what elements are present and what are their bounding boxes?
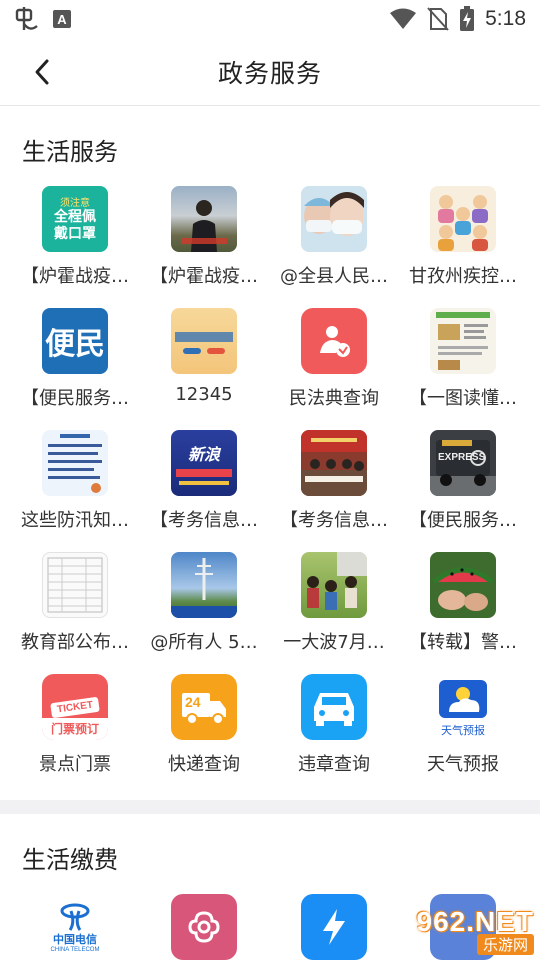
service-item-label: 【转载】警… [409,632,517,653]
medical-staff-photo-thumb [301,186,367,252]
back-button[interactable] [26,56,58,88]
section-divider [0,800,540,814]
electricity-icon [301,894,367,960]
service-item-label: 天气预报 [427,754,499,775]
service-item[interactable]: 【一图读懂… [398,308,528,418]
service-item[interactable]: 教育部公布… [10,552,140,662]
service-item-label: 【炉霍战疫… [21,266,129,287]
service-item[interactable]: 【转载】警… [398,552,528,662]
watermelon-photo-thumb [430,552,496,618]
app-notification-icon [14,6,40,32]
civil-code-icon [301,308,367,374]
service-item[interactable]: 民法典查询 [269,308,399,418]
service-item-label: 景点门票 [39,754,111,775]
chevron-left-icon [35,59,49,85]
service-item-label: 【炉霍战疫… [150,266,258,287]
section-title-life-payments: 生活缴费 [22,846,118,874]
service-item[interactable]: 一大波7月… [269,552,399,662]
cartoon-people-thumb [430,186,496,252]
payment-item[interactable]: 中国电信 CHINA TELECOM [10,894,140,960]
meeting-photo-thumb [301,430,367,496]
service-item-label: 【便民服务… [21,388,129,409]
service-item[interactable]: 新浪 【考务信息… [139,430,269,540]
payment-item[interactable] [269,894,399,960]
service-item[interactable]: @所有人 5… [139,552,269,662]
nav-bar: 政务服务 [0,38,540,106]
service-item[interactable]: 这些防汛知… [10,430,140,540]
service-item-label: @全县人民… [280,266,388,287]
status-bar: A 5:18 [0,0,540,38]
section-title-life-services: 生活服务 [22,138,118,166]
flood-notice-thumb [42,430,108,496]
service-item[interactable]: 天气预报 天气预报 [398,674,528,784]
service-item-label: 这些防汛知… [21,510,129,531]
payment-item[interactable] [139,894,269,960]
service-item-label: 教育部公布… [21,632,129,653]
battery-charging-icon [459,6,475,32]
mask-poster-thumb: 须注意 全程佩戴口罩 [42,186,108,252]
svg-text:A: A [57,12,67,27]
wifi-icon [389,8,417,30]
exam-banner-thumb: 新浪 [171,430,237,496]
service-item[interactable]: 【考务信息… [269,430,399,540]
service-item[interactable]: 须注意 全程佩戴口罩 【炉霍战疫… [10,186,140,296]
service-item-label: 甘孜州疾控… [409,266,517,287]
service-item[interactable]: 违章查询 [269,674,399,784]
service-item-label: 【考务信息… [150,510,258,531]
service-item[interactable]: 【炉霍战疫… [139,186,269,296]
service-item[interactable]: TICKET 门票预订 景点门票 [10,674,140,784]
service-item-label: @所有人 5… [150,632,258,653]
service-item[interactable]: 甘孜州疾控… [398,186,528,296]
site-watermark: 962.NET 乐游网 [416,905,534,955]
no-sim-icon [427,7,449,31]
service-item[interactable]: EXPRESS 【便民服务… [398,430,528,540]
express-truck-thumb: EXPRESS [430,430,496,496]
page-title: 政务服务 [217,58,322,88]
service-item-label: 【考务信息… [280,510,388,531]
service-item-label: 【一图读懂… [409,388,517,409]
china-unicom-icon [171,894,237,960]
weather-icon: 天气预报 [430,674,496,740]
crowd-photo-thumb [301,552,367,618]
infographic-thumb [430,308,496,374]
service-item[interactable]: @全县人民… [269,186,399,296]
car-icon [301,674,367,740]
delivery-truck-icon: 24 [171,674,237,740]
service-item-label: 民法典查询 [289,388,379,409]
service-item-label: 一大波7月… [283,632,385,653]
text-app-icon: A [52,9,72,29]
china-telecom-icon: 中国电信 CHINA TELECOM [42,894,108,960]
status-time: 5:18 [485,7,526,30]
hotline-banner-thumb [171,308,237,374]
service-item-label: 违章查询 [298,754,370,775]
service-item-label: 【便民服务… [409,510,517,531]
person-photo-thumb [171,186,237,252]
service-item-label: 快递查询 [168,754,240,775]
service-item-label: 12345 [175,384,233,405]
table-document-thumb [42,552,108,618]
ticket-icon: TICKET 门票预订 [42,674,108,740]
service-item[interactable]: 便民 【便民服务… [10,308,140,418]
service-item[interactable]: 24 快递查询 [139,674,269,784]
service-item[interactable]: 12345 [139,308,269,418]
bianmin-thumb: 便民 [42,308,108,374]
tower-photo-thumb [171,552,237,618]
